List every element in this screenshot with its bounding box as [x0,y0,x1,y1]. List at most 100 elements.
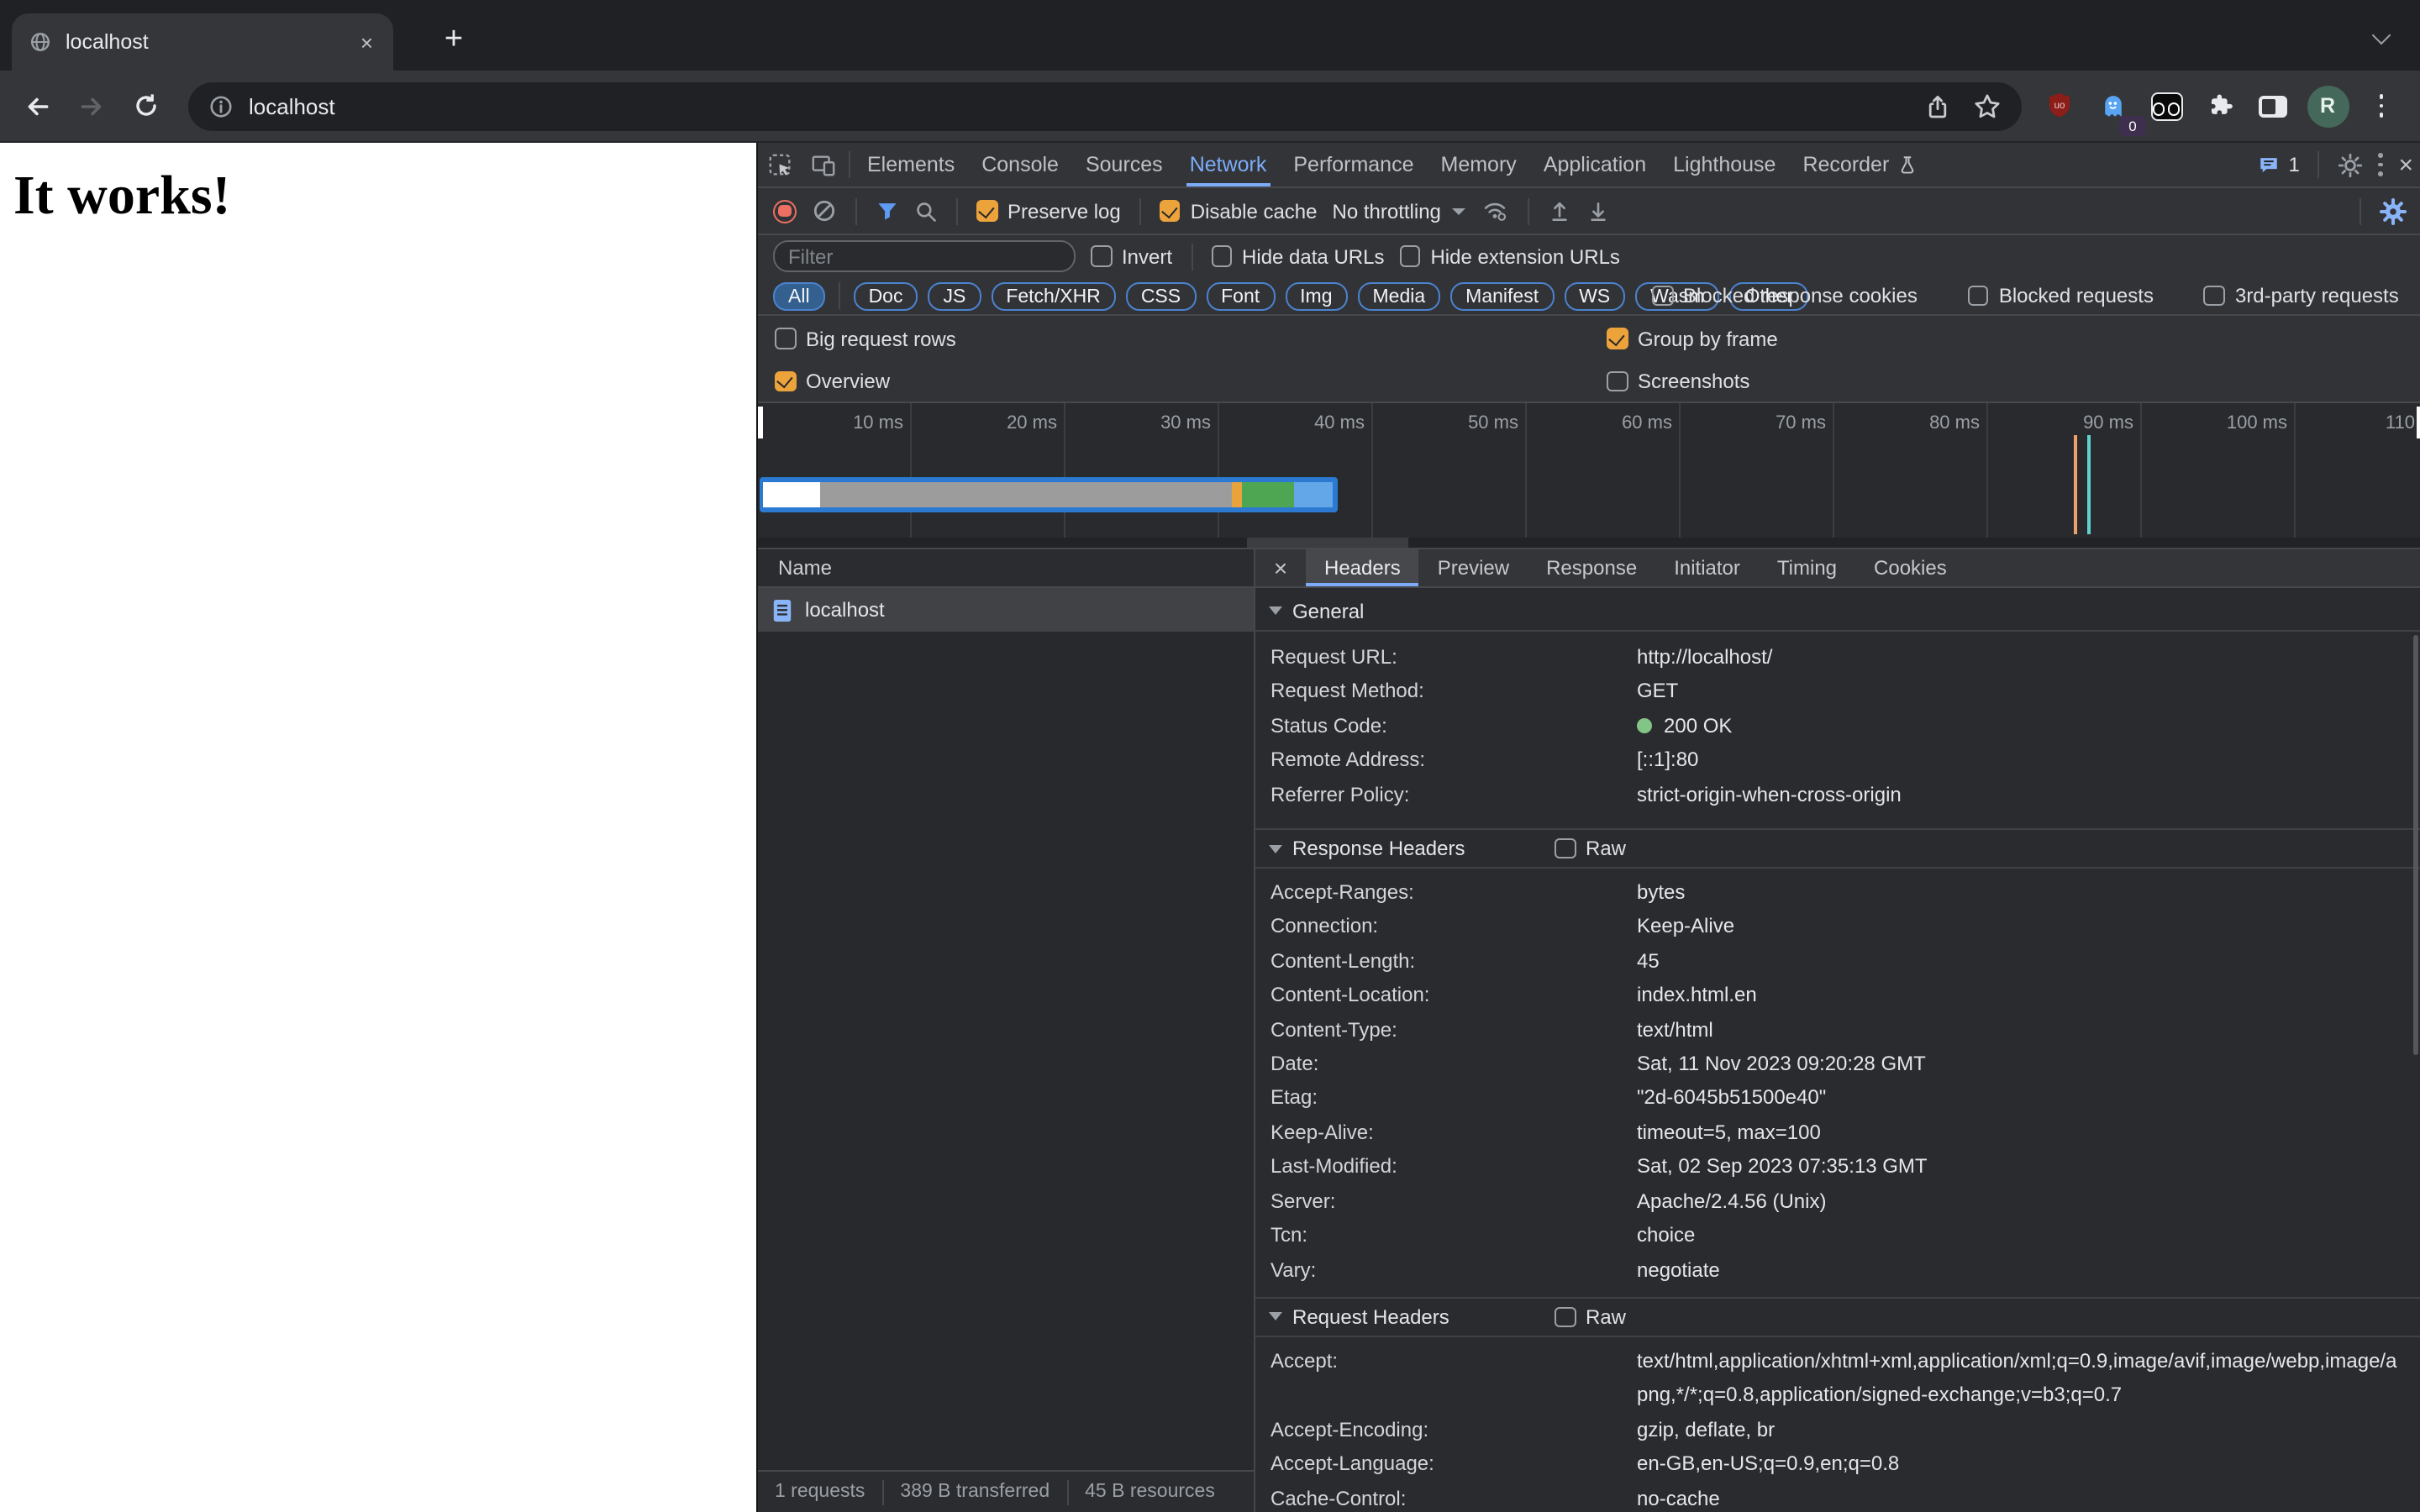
checkbox-unchecked-icon[interactable] [1652,285,1673,307]
checkbox-checked-icon[interactable] [1159,200,1181,222]
tab-application[interactable]: Application [1530,143,1660,186]
checkbox-unchecked-icon[interactable] [1399,245,1421,267]
chip-fetch-xhr[interactable]: Fetch/XHR [991,281,1116,310]
chip-img[interactable]: Img [1285,281,1348,310]
tab-console[interactable]: Console [968,143,1072,186]
browser-menu-kebab-icon[interactable] [2358,82,2405,129]
share-button[interactable] [1924,82,1951,131]
back-button[interactable] [13,82,60,129]
import-har-icon[interactable] [1549,199,1572,223]
profile-avatar[interactable]: R [2304,82,2351,129]
site-info-icon[interactable] [208,94,234,119]
chip-font[interactable]: Font [1206,281,1276,310]
checkbox-unchecked-icon[interactable] [1211,245,1233,267]
chip-manifest[interactable]: Manifest [1450,281,1555,310]
detail-scrollbar-thumb[interactable] [2413,635,2418,1055]
checkbox-unchecked-icon[interactable] [1967,285,1989,307]
bookmark-star-icon[interactable] [1973,82,2002,131]
name-column-header[interactable]: Name [758,549,1254,588]
forward-button[interactable] [67,82,114,129]
filter-funnel-icon[interactable] [876,200,899,222]
devtools-menu-kebab-icon[interactable] [2378,153,2384,176]
devtools-close-icon[interactable]: × [2398,152,2413,177]
timeline-scrollbar[interactable] [758,538,2420,548]
tab-search-chevron-icon[interactable] [2375,29,2390,44]
devtools-settings-gear-icon[interactable] [2338,152,2364,177]
tab-lighthouse[interactable]: Lighthouse [1660,143,1789,186]
reload-button[interactable] [123,82,170,129]
disable-cache-checkbox[interactable]: Disable cache [1159,199,1318,223]
invert-checkbox[interactable]: Invert [1091,244,1172,268]
record-network-log-button[interactable] [773,199,797,223]
detail-tab-response[interactable]: Response [1528,549,1655,586]
ghostery-extension-icon[interactable]: 0 [2089,82,2146,136]
blocked-requests-checkbox[interactable]: Blocked requests [1967,284,2154,307]
chip-ws[interactable]: WS [1564,281,1626,310]
browser-tab[interactable]: localhost × [12,13,393,71]
checkbox-checked-icon[interactable] [1607,328,1628,349]
checkbox-unchecked-icon[interactable] [1555,1306,1576,1328]
detail-tab-headers[interactable]: Headers [1306,549,1420,586]
export-har-icon[interactable] [1587,199,1611,223]
throttling-dropdown[interactable]: No throttling [1333,199,1466,223]
chip-css[interactable]: CSS [1125,281,1197,310]
chip-doc[interactable]: Doc [853,281,918,310]
detail-tab-cookies[interactable]: Cookies [1855,549,1965,586]
inspect-element-icon[interactable] [758,143,802,186]
ublock-extension-icon[interactable]: uo [2035,82,2082,129]
clear-network-log-icon[interactable] [812,198,837,223]
group-by-frame-checkbox[interactable]: Group by frame [1607,327,1778,350]
tab-recorder[interactable]: Recorder [1789,143,1931,186]
hide-data-urls-checkbox[interactable]: Hide data URLs [1211,244,1384,268]
new-tab-button[interactable]: + [430,17,477,64]
detail-tab-preview[interactable]: Preview [1419,549,1528,586]
scrollbar-thumb[interactable] [1247,538,1408,548]
hide-extension-urls-checkbox[interactable]: Hide extension URLs [1399,244,1620,268]
screenshots-checkbox[interactable]: Screenshots [1607,370,1749,393]
response-headers-section-header[interactable]: Response Headers Raw [1255,828,2420,869]
network-overview-timeline[interactable]: 10 ms 20 ms 30 ms 40 ms 50 ms 60 ms 70 m… [758,403,2420,549]
preserve-log-checkbox[interactable]: Preserve log [976,199,1121,223]
extensions-puzzle-icon[interactable] [2196,82,2244,129]
tab-sources[interactable]: Sources [1072,143,1176,186]
tab-performance[interactable]: Performance [1280,143,1427,186]
checkbox-unchecked-icon[interactable] [2203,285,2225,307]
checkbox-checked-icon[interactable] [775,370,796,392]
address-bar[interactable]: localhost [188,82,2022,131]
response-raw-checkbox[interactable]: Raw [1555,837,1626,860]
request-raw-checkbox[interactable]: Raw [1555,1305,1626,1329]
checkbox-unchecked-icon[interactable] [775,328,796,349]
tab-network[interactable]: Network [1176,143,1281,186]
third-party-requests-checkbox[interactable]: 3rd-party requests [2203,284,2399,307]
tab-memory[interactable]: Memory [1428,143,1530,186]
detail-close-icon[interactable]: × [1255,549,1306,586]
network-settings-gear-icon[interactable] [2380,197,2407,224]
overview-handle-left[interactable] [758,407,762,438]
network-conditions-icon[interactable] [1481,198,1510,223]
filter-input[interactable] [773,240,1076,272]
tab-elements[interactable]: Elements [854,143,968,186]
detail-tab-initiator[interactable]: Initiator [1655,549,1759,586]
checkbox-unchecked-icon[interactable] [1607,370,1628,392]
checkbox-checked-icon[interactable] [976,200,997,222]
side-panel-icon[interactable] [2249,82,2296,129]
checkbox-unchecked-icon[interactable] [1091,245,1112,267]
chip-media[interactable]: Media [1357,281,1441,310]
request-headers-section-header[interactable]: Request Headers Raw [1255,1296,2420,1337]
overview-checkbox[interactable]: Overview [775,370,890,393]
checkbox-unchecked-icon[interactable] [1555,837,1576,859]
overview-activity-bar[interactable] [760,477,1338,512]
blocked-response-cookies-checkbox[interactable]: Blocked response cookies [1652,284,1918,307]
chip-js[interactable]: JS [928,281,981,310]
detail-tab-timing[interactable]: Timing [1759,549,1855,586]
device-toolbar-icon[interactable] [802,143,845,186]
search-icon[interactable] [914,199,938,223]
request-row-localhost[interactable]: localhost [758,588,1254,632]
extension-oo-icon[interactable] [2143,82,2190,129]
general-section-header[interactable]: General [1255,591,2420,632]
overview-handle-right[interactable] [2416,407,2420,438]
big-request-rows-checkbox[interactable]: Big request rows [775,327,956,350]
issues-counter[interactable]: 1 [2257,153,2300,176]
chip-all[interactable]: All [773,281,825,310]
tab-close-icon[interactable]: × [357,29,376,55]
